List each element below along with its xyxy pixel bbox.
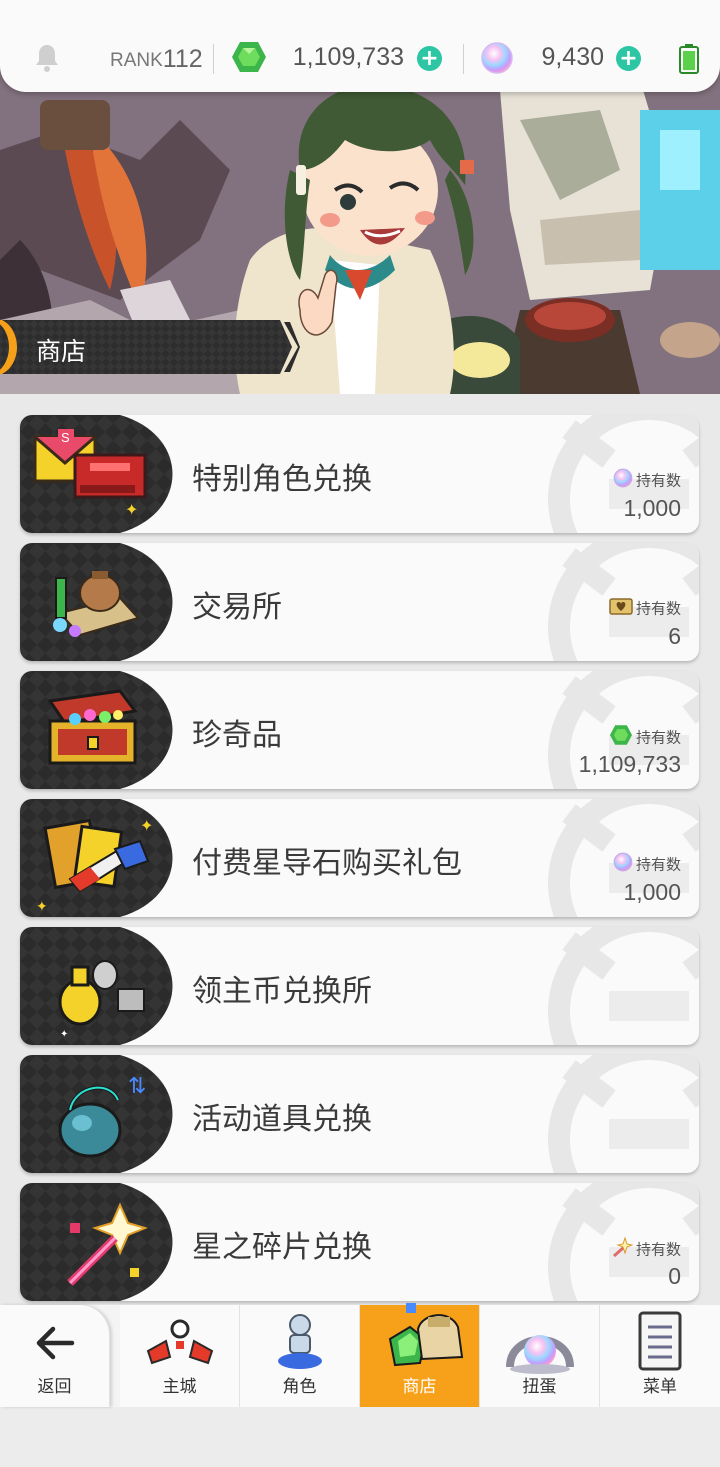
shop-item-paid-star-stone-pack[interactable]: ✦ ✦ 付费星导石购买礼包 持有数 1,000	[20, 799, 699, 917]
owned-label: 持有数	[635, 728, 681, 747]
owned-indicator: 持有数	[481, 852, 681, 876]
bottom-spacer	[0, 1407, 720, 1467]
owned-count: 0	[668, 1263, 681, 1289]
nav-tab-menu[interactable]: 菜单	[600, 1305, 720, 1407]
shop-item-title: 活动道具兑换	[192, 1102, 372, 1137]
nav-tab-home[interactable]: 主城	[120, 1305, 240, 1407]
coin-bags-icon: ✦	[20, 927, 180, 1045]
event-pouch-icon: ⇅	[20, 1055, 180, 1173]
merchant-goods-icon	[20, 543, 180, 661]
shop-item-title: 珍奇品	[192, 718, 282, 753]
menu-list-icon	[636, 1311, 684, 1377]
rank-display: RANK112	[110, 44, 203, 73]
shop-item-event-item-exchange[interactable]: ⇅ 活动道具兑换	[20, 1055, 699, 1173]
shop-item-lord-coin-exchange[interactable]: ✦ 领主币兑换所	[20, 927, 699, 1045]
bell-icon[interactable]	[33, 42, 61, 78]
nav-label: 主城	[162, 1377, 197, 1397]
owned-indicator: 持有数	[481, 1236, 681, 1260]
shop-item-special-character[interactable]: S ✦ 特别角色兑换 持有数 1,000	[20, 415, 699, 533]
shop-item-title: 星之碎片兑换	[192, 1230, 372, 1265]
back-button[interactable]: 返回	[0, 1305, 110, 1407]
treasure-chest-icon	[20, 671, 180, 789]
arrow-left-icon	[35, 1325, 75, 1365]
nav-label: 菜单	[643, 1377, 677, 1397]
divider	[213, 44, 214, 74]
owned-indicator: 持有数	[481, 468, 681, 492]
green-gem-icon	[609, 724, 633, 750]
owned-label: 持有数	[635, 1240, 681, 1259]
star-shard-icon	[611, 1236, 634, 1262]
green-gem-icon	[231, 40, 267, 78]
watermark-emblem	[548, 1055, 699, 1173]
gift-pack-icon: ✦ ✦	[20, 799, 180, 917]
owned-label: 持有数	[635, 599, 681, 618]
nav-label: 角色	[282, 1377, 317, 1397]
envelope-ticket-icon: S ✦	[20, 415, 180, 533]
shop-list: S ✦ 特别角色兑换 持有数 1,000 交易所 持有数 6 珍奇品 持有数 1…	[20, 415, 700, 1311]
shop-item-star-shard-exchange[interactable]: 星之碎片兑换 持有数 0	[20, 1183, 699, 1301]
owned-count: 1,000	[623, 495, 681, 521]
watermark-emblem	[548, 927, 699, 1045]
owned-label: 持有数	[635, 471, 681, 490]
add-gems-button[interactable]: +	[417, 46, 442, 71]
owned-indicator: 持有数	[481, 596, 681, 620]
gacha-portal-icon	[498, 1311, 582, 1379]
rank-label: RANK	[110, 50, 163, 71]
shop-item-title: 领主币兑换所	[192, 974, 372, 1009]
battery-icon	[679, 44, 699, 78]
shop-goods-icon	[370, 1299, 470, 1375]
star-shard-icon	[20, 1183, 180, 1301]
page-title: 商店	[0, 320, 300, 374]
status-bar: RANK112 1,109,733 + 9,430 +	[0, 0, 720, 92]
bottom-navigation: 返回 主城 角色 商店 扭蛋 菜单	[0, 1303, 720, 1407]
character-figure-icon	[270, 1311, 330, 1377]
page-title-text: 商店	[36, 337, 87, 366]
svg-text:✦: ✦	[140, 816, 153, 835]
svg-text:✦: ✦	[36, 899, 48, 915]
shop-item-title: 特别角色兑换	[192, 462, 372, 497]
svg-text:✦: ✦	[60, 1029, 68, 1040]
rainbow-orb-icon	[613, 468, 633, 492]
heart-ticket-icon	[609, 596, 633, 620]
owned-label: 持有数	[635, 855, 681, 874]
nav-tab-gacha[interactable]: 扭蛋	[480, 1305, 600, 1407]
rainbow-orb-icon	[613, 852, 633, 876]
svg-text:⇅: ⇅	[128, 1074, 146, 1099]
svg-text:✦: ✦	[125, 500, 138, 519]
nav-tab-shop[interactable]: 商店	[360, 1303, 480, 1407]
owned-indicator: 持有数	[481, 724, 681, 748]
owned-count: 1,109,733	[578, 751, 681, 777]
shop-item-title: 付费星导石购买礼包	[192, 846, 462, 881]
owned-count: 1,000	[623, 879, 681, 905]
nav-label: 扭蛋	[522, 1377, 557, 1397]
back-label: 返回	[37, 1377, 72, 1397]
rainbow-orb-icon	[481, 42, 513, 78]
rank-value: 112	[162, 45, 203, 73]
svg-text:S: S	[61, 430, 70, 445]
nav-label: 商店	[402, 1377, 437, 1397]
nav-tab-characters[interactable]: 角色	[240, 1305, 360, 1407]
shop-item-curiosities[interactable]: 珍奇品 持有数 1,109,733	[20, 671, 699, 789]
orb-count: 9,430	[541, 43, 604, 71]
castle-icon	[140, 1311, 220, 1375]
gem-count: 1,109,733	[292, 43, 404, 71]
shop-item-title: 交易所	[192, 590, 282, 625]
add-orbs-button[interactable]: +	[616, 46, 641, 71]
divider	[463, 44, 464, 74]
owned-count: 6	[668, 623, 681, 649]
shop-item-exchange[interactable]: 交易所 持有数 6	[20, 543, 699, 661]
